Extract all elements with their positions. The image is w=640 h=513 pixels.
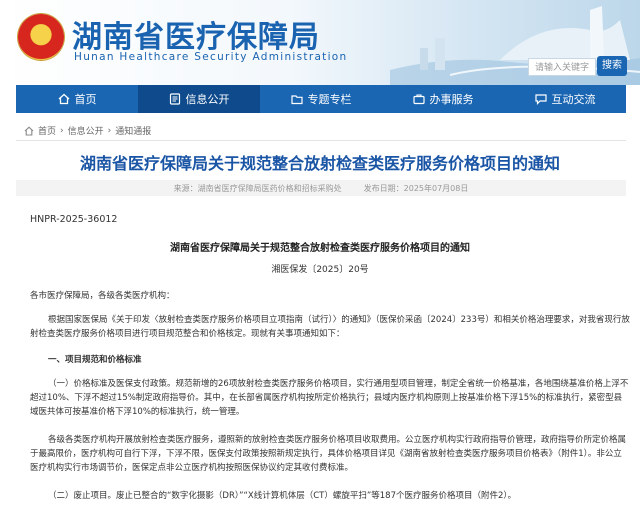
- article-source: 来源：湖南省医疗保障局医药价格和招标采购处: [173, 183, 342, 193]
- nav-label: 专题专栏: [307, 93, 352, 106]
- document-title: 湖南省医疗保障局关于规范整合放射检查类医疗服务价格项目的通知: [170, 243, 470, 254]
- article-meta: 来源：湖南省医疗保障局医药价格和招标采购处 发布日期：2025年07月08日: [16, 180, 626, 196]
- breadcrumb: 首页 › 信息公开 › 通知通报: [24, 124, 151, 137]
- breadcrumb-home[interactable]: 首页: [38, 124, 56, 137]
- national-emblem-icon: ★: [18, 14, 64, 60]
- nav-item-home[interactable]: 首页: [16, 85, 138, 113]
- nav-item-interaction[interactable]: 互动交流: [504, 85, 626, 113]
- section-heading: 一、项目规范和价格标准: [48, 355, 142, 365]
- paragraph: 各级各类医疗机构开展放射检查类医疗服务，遵照新的放射检查类医疗服务价格项目收取费…: [30, 435, 627, 473]
- list-icon: [169, 93, 180, 105]
- article-title: 湖南省医疗保障局关于规范整合放射检查类医疗服务价格项目的通知: [79, 154, 560, 173]
- nav-item-topics[interactable]: 专题专栏: [260, 85, 382, 113]
- paragraph: （二）废止项目。废止已整合的“数字化摄影（DR）”“X线计算机体层（CT）螺旋平…: [48, 491, 517, 501]
- chat-icon: [534, 94, 547, 105]
- salutation: 各市医疗保障局，各级各类医疗机构：: [30, 291, 175, 301]
- site-title[interactable]: 湖南省医疗保障局: [72, 12, 320, 56]
- folder-icon: [290, 95, 303, 105]
- site-header: ★ 湖南省医疗保障局 Hunan Healthcare Security Adm…: [0, 0, 640, 85]
- site-subtitle: Hunan Healthcare Security Administration: [74, 51, 348, 63]
- breadcrumb-notices[interactable]: 通知通报: [115, 124, 151, 137]
- nav-item-info-public[interactable]: 信息公开: [138, 85, 260, 113]
- home-icon: [58, 93, 69, 105]
- breadcrumb-info-public[interactable]: 信息公开: [68, 124, 104, 137]
- briefcase-icon: [412, 94, 425, 105]
- nav-item-services[interactable]: 办事服务: [382, 85, 504, 113]
- search-button[interactable]: 搜索: [597, 56, 627, 76]
- file-number: 湘医保发〔2025〕20号: [271, 265, 369, 275]
- search-input[interactable]: 请输入关键字: [528, 58, 596, 76]
- nav-label: 互动交流: [551, 93, 596, 106]
- article-date: 发布日期：2025年07月08日: [363, 183, 469, 193]
- breadcrumb-separator: ›: [107, 125, 112, 136]
- divider: [16, 140, 626, 141]
- home-icon: [24, 125, 34, 136]
- main-nav: 首页 信息公开 专题专栏 办事服务 互动交流: [16, 85, 626, 113]
- nav-label: 首页: [74, 93, 97, 106]
- document-number: HNPR-2025-36012: [30, 214, 118, 225]
- paragraph: （一）价格标准及医保支付政策。规范新增的26项放射检查类医疗服务价格项目，实行通…: [30, 379, 629, 417]
- breadcrumb-separator: ›: [60, 125, 64, 136]
- nav-label: 信息公开: [185, 93, 230, 106]
- paragraph: 根据国家医保局《关于印发〈放射检查类医疗服务价格项目立项指南（试行）〉的通知》（…: [30, 315, 630, 339]
- nav-label: 办事服务: [429, 93, 474, 106]
